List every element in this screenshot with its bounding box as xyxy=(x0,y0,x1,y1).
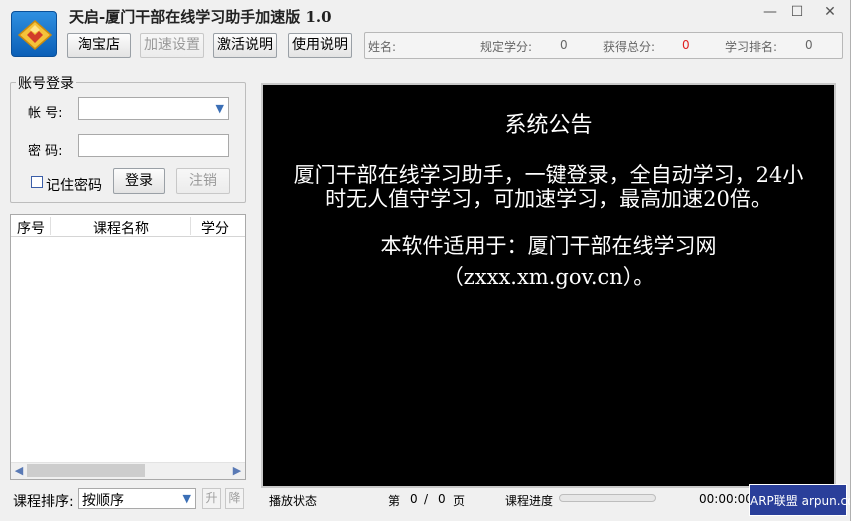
column-divider[interactable] xyxy=(190,217,191,235)
course-list[interactable] xyxy=(10,214,246,480)
rank-value: 0 xyxy=(805,38,813,52)
account-combobox[interactable]: ▼ xyxy=(78,97,229,120)
course-sort-label: 课程排序: xyxy=(13,494,74,510)
column-header-credits[interactable]: 学分 xyxy=(201,218,229,238)
usage-help-button[interactable]: 使用说明 xyxy=(288,33,352,58)
page-separator: / xyxy=(424,492,429,506)
page-current: 0 xyxy=(410,492,418,506)
chevron-down-icon[interactable]: ▼ xyxy=(216,102,224,115)
scroll-right-icon[interactable]: ▶ xyxy=(229,462,245,479)
notice-title: 系统公告 xyxy=(504,113,593,138)
site-watermark: ARP联盟 arpun.com xyxy=(749,484,851,516)
course-progress-bar xyxy=(559,494,656,502)
required-credits-label: 规定学分: xyxy=(480,40,533,54)
play-time: 00:00:00 xyxy=(699,492,753,506)
password-label: 密 码: xyxy=(28,144,63,159)
app-logo xyxy=(11,11,57,57)
column-header-index[interactable]: 序号 xyxy=(17,218,45,238)
page-total: 0 xyxy=(438,492,446,506)
remember-password-label[interactable]: 记住密码 xyxy=(46,175,102,195)
page-prefix: 第 xyxy=(388,494,401,508)
sort-ascending-button[interactable]: 升 xyxy=(202,488,221,509)
maximize-button[interactable]: ☐ xyxy=(787,3,807,21)
system-notice: 系统公告 厦门干部在线学习助手，一键登录，全自动学习，24小时无人值守学习，可加… xyxy=(263,85,834,486)
scroll-left-icon[interactable]: ◀ xyxy=(11,462,27,479)
activation-help-button[interactable]: 激活说明 xyxy=(213,33,277,58)
password-input[interactable] xyxy=(78,134,229,157)
scrollbar-thumb[interactable] xyxy=(27,464,145,477)
course-sort-select[interactable]: 按顺序 ▼ xyxy=(78,488,196,509)
remember-password-checkbox[interactable] xyxy=(31,176,43,188)
account-label: 帐 号: xyxy=(28,106,63,121)
sort-descending-button[interactable]: 降 xyxy=(225,488,244,509)
name-label: 姓名: xyxy=(368,40,397,54)
required-credits-value: 0 xyxy=(560,38,568,52)
close-button[interactable]: ✕ xyxy=(820,3,840,21)
speed-settings-button[interactable]: 加速设置 xyxy=(140,33,204,58)
column-header-course-name[interactable]: 课程名称 xyxy=(93,218,149,238)
login-button[interactable]: 登录 xyxy=(113,168,165,194)
chevron-down-icon[interactable]: ▼ xyxy=(183,492,191,505)
notice-body: 厦门干部在线学习助手，一键登录，全自动学习，24小时无人值守学习，可加速学习，最… xyxy=(293,163,804,211)
course-progress-label: 课程进度 xyxy=(505,494,554,508)
total-score-value: 0 xyxy=(682,38,690,52)
login-group-title: 账号登录 xyxy=(16,73,76,93)
minimize-button[interactable]: — xyxy=(760,3,780,21)
taobao-shop-button[interactable]: 淘宝店 xyxy=(67,33,131,58)
column-divider[interactable] xyxy=(50,217,51,235)
notice-body-applicability: 本软件适用于：厦门干部在线学习网（zxxx.xm.gov.cn）。 xyxy=(380,234,717,289)
play-state-label: 播放状态 xyxy=(269,494,318,508)
rank-label: 学习排名: xyxy=(725,40,778,54)
logout-button[interactable]: 注销 xyxy=(176,168,230,194)
sort-selected-value: 按顺序 xyxy=(82,493,124,509)
app-title: 天启-厦门干部在线学习助手加速版 1.0 xyxy=(69,8,332,26)
diamond-logo-icon xyxy=(17,20,53,50)
page-suffix: 页 xyxy=(453,494,466,508)
total-score-label: 获得总分: xyxy=(603,40,656,54)
